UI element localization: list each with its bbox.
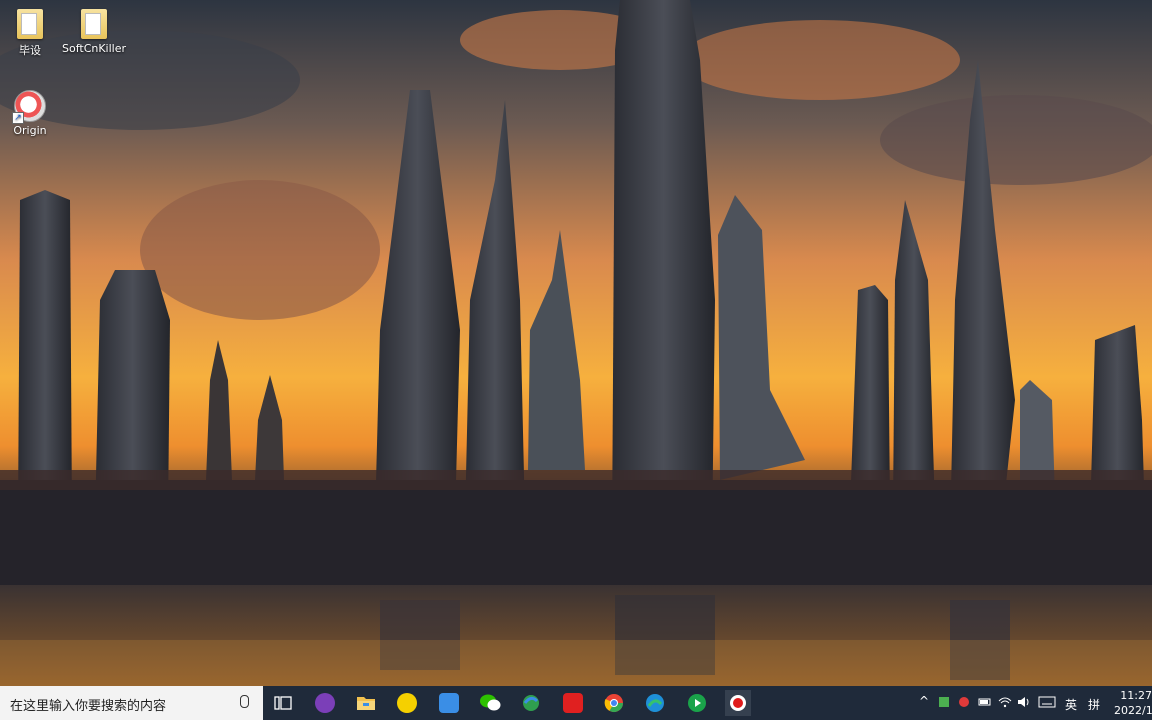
microphone-icon[interactable] bbox=[240, 695, 249, 708]
taskbar-clock[interactable]: 11:27 2022/1/ bbox=[1114, 688, 1152, 718]
search-placeholder: 在这里输入你要搜索的内容 bbox=[10, 699, 167, 714]
taskbar-search-box[interactable]: 在这里输入你要搜索的内容 bbox=[0, 686, 263, 720]
security-shield-icon[interactable] bbox=[938, 696, 950, 711]
globe-browser-icon[interactable] bbox=[518, 690, 544, 716]
task-view-icon[interactable] bbox=[270, 690, 296, 716]
keyboard-icon[interactable] bbox=[1038, 696, 1056, 711]
desktop-icon-softcnkiller[interactable]: SoftCnKiller bbox=[59, 8, 129, 55]
yellow-app-icon[interactable] bbox=[394, 690, 420, 716]
clock-date: 2022/1/ bbox=[1114, 704, 1152, 717]
ime-language-label[interactable]: 英 bbox=[1065, 696, 1077, 713]
clock-time: 11:27 bbox=[1120, 689, 1152, 702]
youdao-icon[interactable] bbox=[560, 690, 586, 716]
edge-icon[interactable] bbox=[642, 690, 668, 716]
folder-icon bbox=[17, 9, 43, 39]
desktop-icon-origin[interactable]: ↗ Origin bbox=[0, 90, 65, 137]
tray-app-icon[interactable] bbox=[958, 696, 970, 711]
desktop-wallpaper: 毕设 SoftCnKiller ↗ Origin bbox=[0, 0, 1152, 686]
chrome-icon[interactable] bbox=[601, 690, 627, 716]
desktop-icon-label: 毕设 bbox=[19, 44, 41, 57]
folder-icon bbox=[81, 9, 107, 39]
desktop-icon-label: SoftCnKiller bbox=[61, 42, 127, 55]
battery-icon[interactable] bbox=[978, 696, 992, 711]
desktop-icon-label: Origin bbox=[13, 124, 47, 137]
play-app-icon[interactable] bbox=[684, 690, 710, 716]
show-hidden-icons-chevron-icon[interactable]: ^ bbox=[919, 694, 929, 708]
volume-icon[interactable] bbox=[1017, 696, 1031, 711]
taskbar: 在这里输入你要搜索的内容 ^ 英 拼 11:27 2022/1 bbox=[0, 686, 1152, 720]
purple-app-icon[interactable] bbox=[312, 690, 338, 716]
shortcut-arrow-icon: ↗ bbox=[12, 112, 24, 124]
ime-mode-label[interactable]: 拼 bbox=[1088, 696, 1100, 713]
file-explorer-icon[interactable] bbox=[353, 690, 379, 716]
wechat-icon[interactable] bbox=[477, 690, 503, 716]
city-skyline-wallpaper bbox=[0, 0, 1152, 686]
wifi-icon[interactable] bbox=[998, 696, 1012, 711]
desktop-icon-bishe[interactable]: 毕设 bbox=[0, 8, 65, 58]
record-app-icon[interactable] bbox=[725, 690, 751, 716]
blue-app-icon[interactable] bbox=[436, 690, 462, 716]
